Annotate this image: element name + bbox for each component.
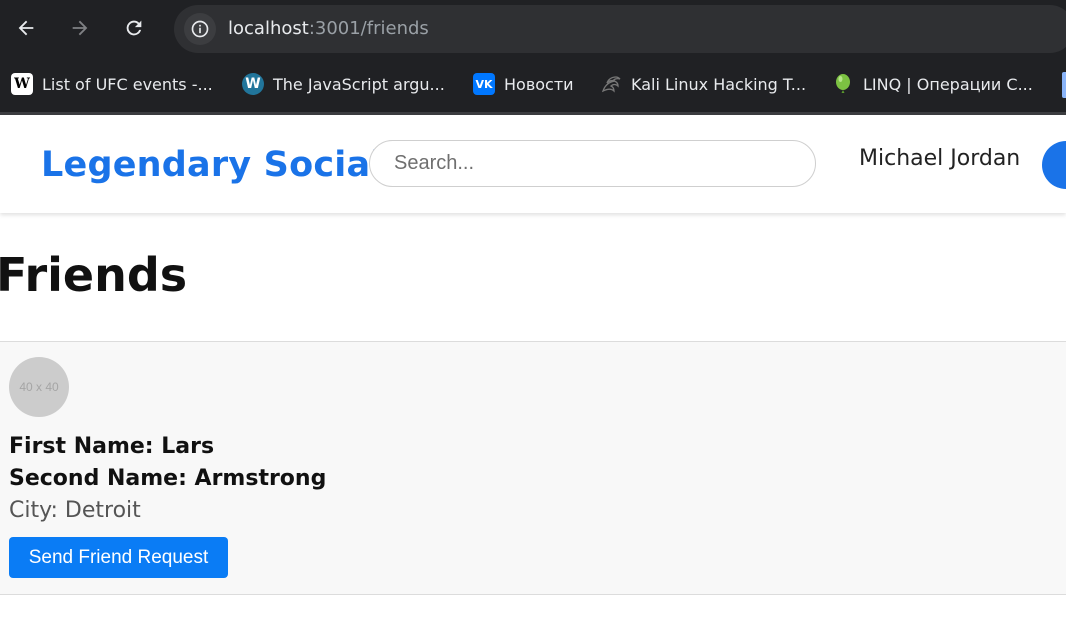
avatar: 40 x 40: [9, 357, 69, 417]
friend-first-name: First Name: Lars: [9, 434, 215, 459]
bookmark-linq[interactable]: LINQ | Операции С...: [832, 69, 1033, 99]
vk-icon: VK: [473, 73, 495, 95]
friend-card: 40 x 40 First Name: Lars Second Name: Ar…: [0, 341, 1066, 595]
balloon-icon: [832, 73, 854, 95]
bookmarks-bar: W List of UFC events -... W The JavaScri…: [0, 58, 1066, 115]
search-input[interactable]: [369, 140, 816, 187]
wikipedia-icon: W: [11, 73, 33, 95]
forward-arrow-icon: [72, 20, 88, 36]
send-friend-request-button[interactable]: Send Friend Request: [9, 537, 228, 578]
bookmark-label: List of UFC events -...: [42, 74, 213, 94]
reload-button[interactable]: [116, 10, 152, 46]
friend-second-name: Second Name: Armstrong: [9, 466, 327, 491]
site-info-button[interactable]: [184, 13, 216, 45]
page-title: Friends: [0, 248, 188, 302]
reload-icon: [126, 20, 142, 36]
forward-button[interactable]: [62, 10, 98, 46]
back-arrow-icon: [18, 20, 34, 36]
address-bar[interactable]: localhost:3001/friends: [174, 5, 1066, 53]
bookmark-ufc-events[interactable]: W List of UFC events -...: [11, 69, 213, 99]
bookmark-novosti[interactable]: VK Новости: [473, 69, 574, 99]
bookmark-label: Kali Linux Hacking T...: [631, 74, 807, 94]
bookmark-javascript-arguments[interactable]: W The JavaScript argu...: [242, 69, 445, 99]
user-name[interactable]: Michael Jordan: [859, 146, 1020, 171]
back-button[interactable]: [8, 10, 44, 46]
url-text: localhost:3001/friends: [228, 18, 429, 39]
url-path: :3001/friends: [308, 18, 429, 39]
info-icon: [191, 20, 209, 38]
url-host: localhost: [228, 18, 309, 39]
bookmark-overflow[interactable]: [1062, 72, 1066, 98]
browser-toolbar: localhost:3001/friends: [0, 0, 1066, 58]
bookmark-kali-linux[interactable]: Kali Linux Hacking T...: [600, 69, 806, 99]
user-avatar[interactable]: [1042, 141, 1066, 189]
site-header: Legendary Social Michael Jordan: [0, 115, 1066, 213]
kali-dragon-icon: [600, 73, 622, 95]
friend-city: City: Detroit: [9, 498, 141, 523]
bookmark-label: LINQ | Операции С...: [863, 74, 1033, 94]
wordpress-icon: W: [242, 73, 264, 95]
brand-logo[interactable]: Legendary Social: [41, 145, 383, 185]
bookmark-label: The JavaScript argu...: [273, 74, 445, 94]
bookmark-label: Новости: [504, 74, 574, 94]
